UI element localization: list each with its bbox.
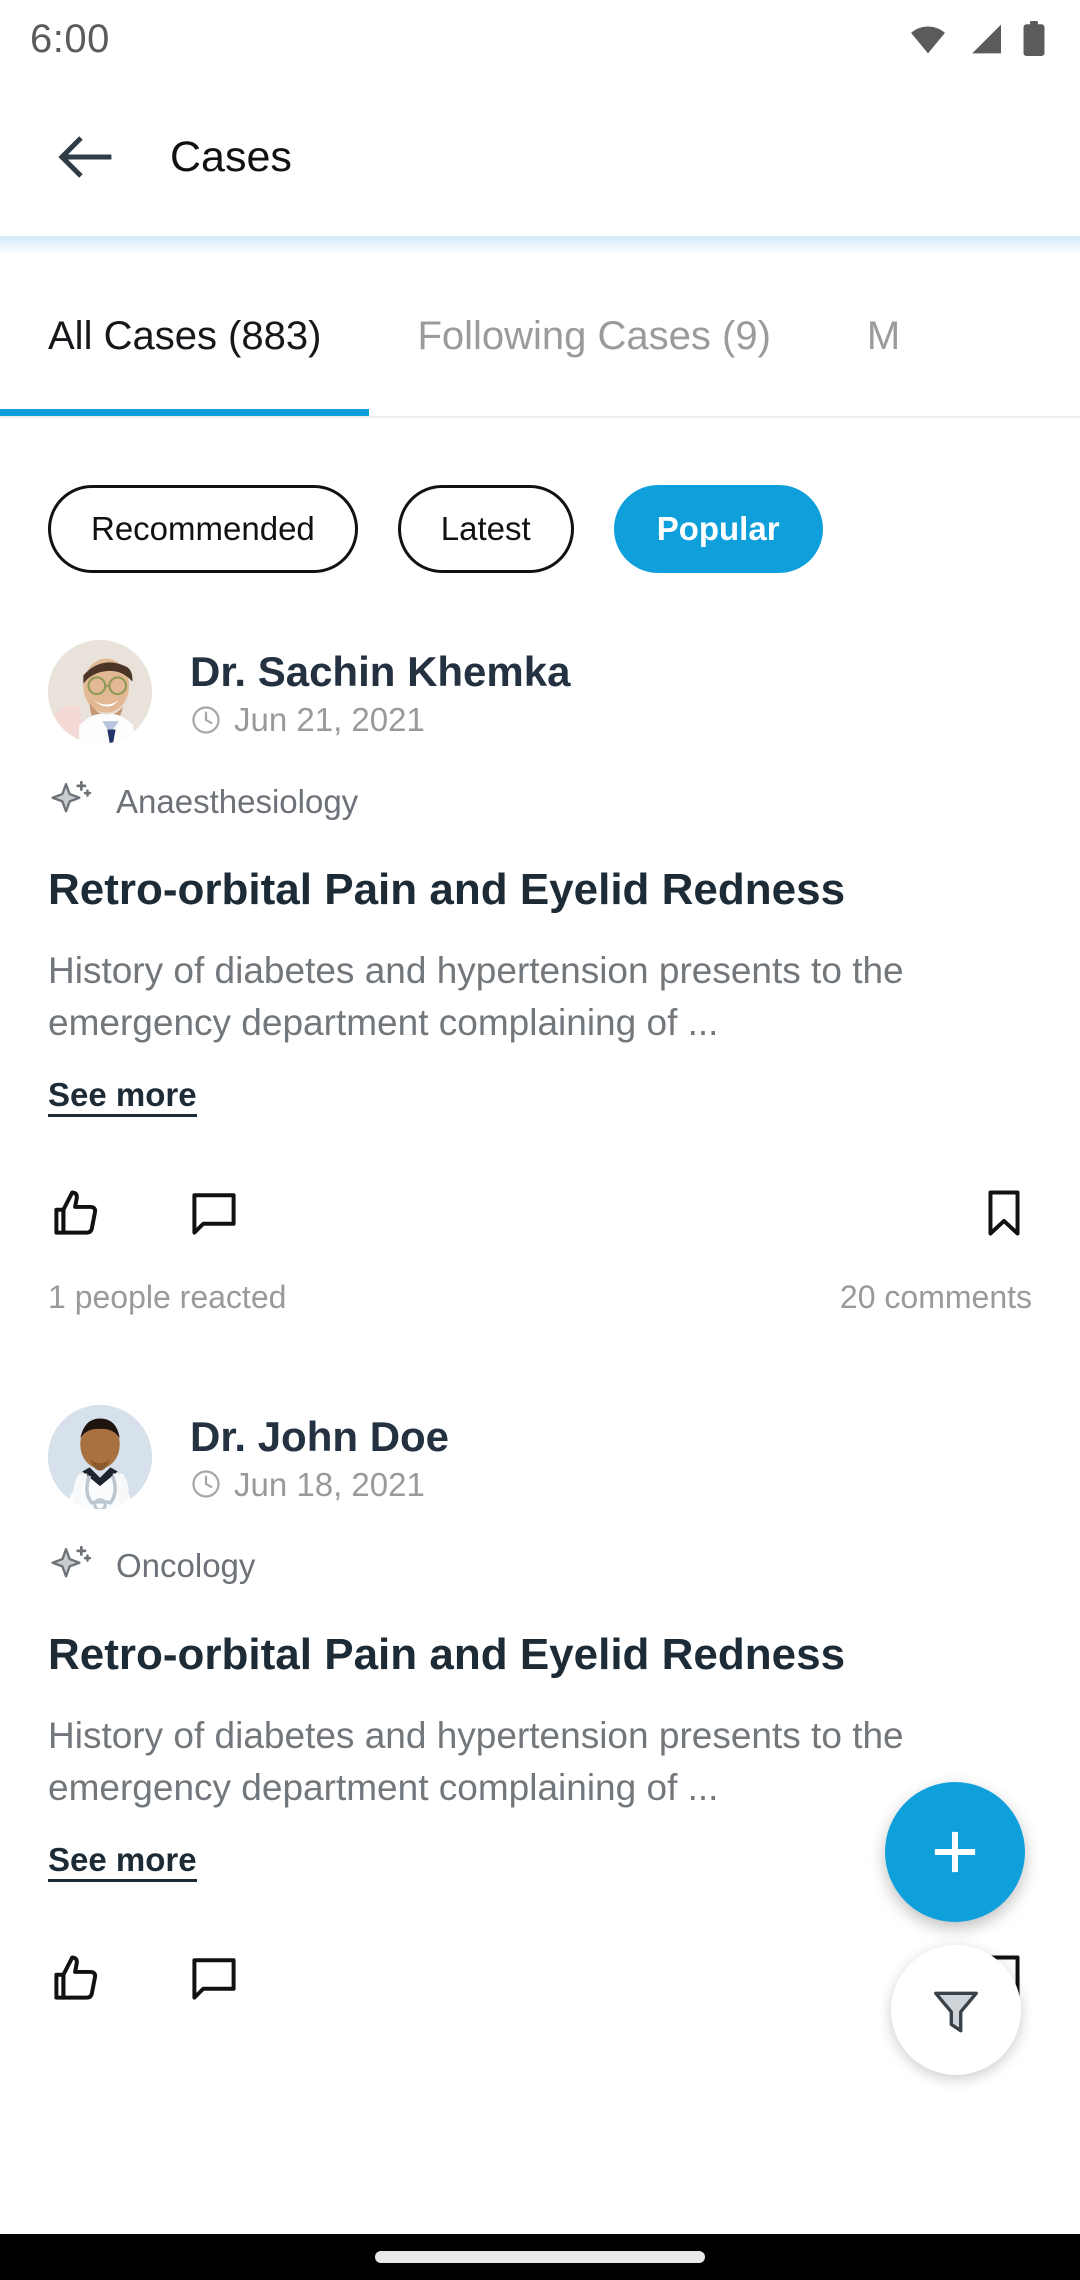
comment-icon	[186, 1185, 242, 1241]
specialty-label: Oncology	[116, 1547, 256, 1585]
like-button[interactable]	[48, 1177, 124, 1249]
case-title[interactable]: Retro-orbital Pain and Eyelid Redness	[48, 1629, 1032, 1682]
case-body: History of diabetes and hypertension pre…	[48, 1714, 904, 1809]
chip-recommended[interactable]: Recommended	[48, 485, 358, 573]
specialty-row: Anaesthesiology	[48, 778, 1032, 824]
case-date-row: Jun 18, 2021	[190, 1468, 449, 1501]
specialty-row: Oncology	[48, 1543, 1032, 1589]
case-card[interactable]: Dr. John Doe Jun 18, 2021 Oncology Retro…	[0, 1365, 1080, 2014]
comment-button[interactable]	[186, 1942, 262, 2014]
doctor-name: Dr. John Doe	[190, 1412, 450, 1460]
bookmark-icon	[976, 1185, 1032, 1241]
comment-icon	[186, 1950, 242, 2006]
thumbs-up-icon	[48, 1950, 104, 2006]
tab-all-cases[interactable]: All Cases (883)	[0, 256, 370, 416]
filter-fab[interactable]	[891, 1945, 1021, 2075]
home-indicator[interactable]	[375, 2251, 705, 2263]
phone-screen: 6:00 Cases All Cases (883) Following Cas…	[0, 0, 1080, 2280]
reaction-count: 1 people reacted	[48, 1278, 287, 1315]
wifi-icon	[908, 23, 948, 55]
thumbs-up-icon	[48, 1185, 104, 1241]
status-bar: 6:00	[0, 0, 1080, 78]
status-time: 6:00	[30, 17, 110, 61]
sparkle-icon	[48, 1543, 94, 1589]
avatar	[48, 1404, 152, 1509]
tab-bar[interactable]: All Cases (883) Following Cases (9) M	[0, 256, 1080, 418]
clock-icon	[190, 1468, 222, 1500]
plus-icon	[924, 1821, 986, 1883]
doctor-name: Dr. Sachin Khemka	[190, 647, 571, 695]
specialty-label: Anaesthesiology	[116, 782, 359, 820]
add-case-fab[interactable]	[885, 1782, 1025, 1922]
case-action-row	[48, 1942, 1032, 2014]
case-body: History of diabetes and hypertension pre…	[48, 949, 904, 1044]
avatar	[48, 640, 152, 744]
tab-following-cases[interactable]: Following Cases (9)	[369, 256, 818, 416]
author-meta: Dr. John Doe Jun 18, 2021	[190, 1413, 449, 1501]
like-button[interactable]	[48, 1942, 124, 2014]
comment-count[interactable]: 20 comments	[840, 1281, 1032, 1313]
case-action-row	[48, 1177, 1032, 1249]
sort-chip-row: Recommended Latest Popular	[0, 458, 1080, 600]
see-more-link[interactable]: See more	[48, 1841, 197, 1882]
comment-button[interactable]	[186, 1177, 262, 1249]
battery-icon	[1022, 21, 1046, 57]
back-button[interactable]	[38, 111, 130, 203]
case-date: Jun 18, 2021	[234, 1465, 425, 1503]
chip-popular[interactable]: Popular	[613, 485, 823, 573]
card-separator	[0, 1313, 1080, 1365]
filter-funnel-icon	[929, 1983, 983, 2037]
app-bar: Cases	[0, 78, 1080, 236]
page-title: Cases	[170, 132, 292, 181]
appbar-shadow	[0, 236, 1080, 256]
signal-icon	[966, 23, 1004, 55]
sparkle-icon	[48, 778, 94, 824]
status-icon-group	[908, 21, 1046, 57]
case-meta-row: 1 people reacted 20 comments	[48, 1281, 1032, 1313]
clock-icon	[190, 704, 222, 736]
tab-my-cases[interactable]: M	[819, 256, 900, 416]
case-date: Jun 21, 2021	[234, 701, 425, 739]
case-title[interactable]: Retro-orbital Pain and Eyelid Redness	[48, 864, 1032, 917]
gesture-nav-bar	[0, 2234, 1080, 2280]
chip-latest[interactable]: Latest	[397, 485, 574, 573]
see-more-link[interactable]: See more	[48, 1076, 197, 1117]
author-meta: Dr. Sachin Khemka Jun 21, 2021	[190, 648, 570, 736]
case-card[interactable]: Dr. Sachin Khemka Jun 21, 2021 Anaesthes…	[0, 600, 1080, 1313]
back-arrow-icon	[55, 134, 113, 180]
case-author-row[interactable]: Dr. John Doe Jun 18, 2021	[48, 1404, 1032, 1509]
case-date-row: Jun 21, 2021	[190, 703, 570, 736]
bookmark-button[interactable]	[956, 1177, 1032, 1249]
case-author-row[interactable]: Dr. Sachin Khemka Jun 21, 2021	[48, 640, 1032, 744]
